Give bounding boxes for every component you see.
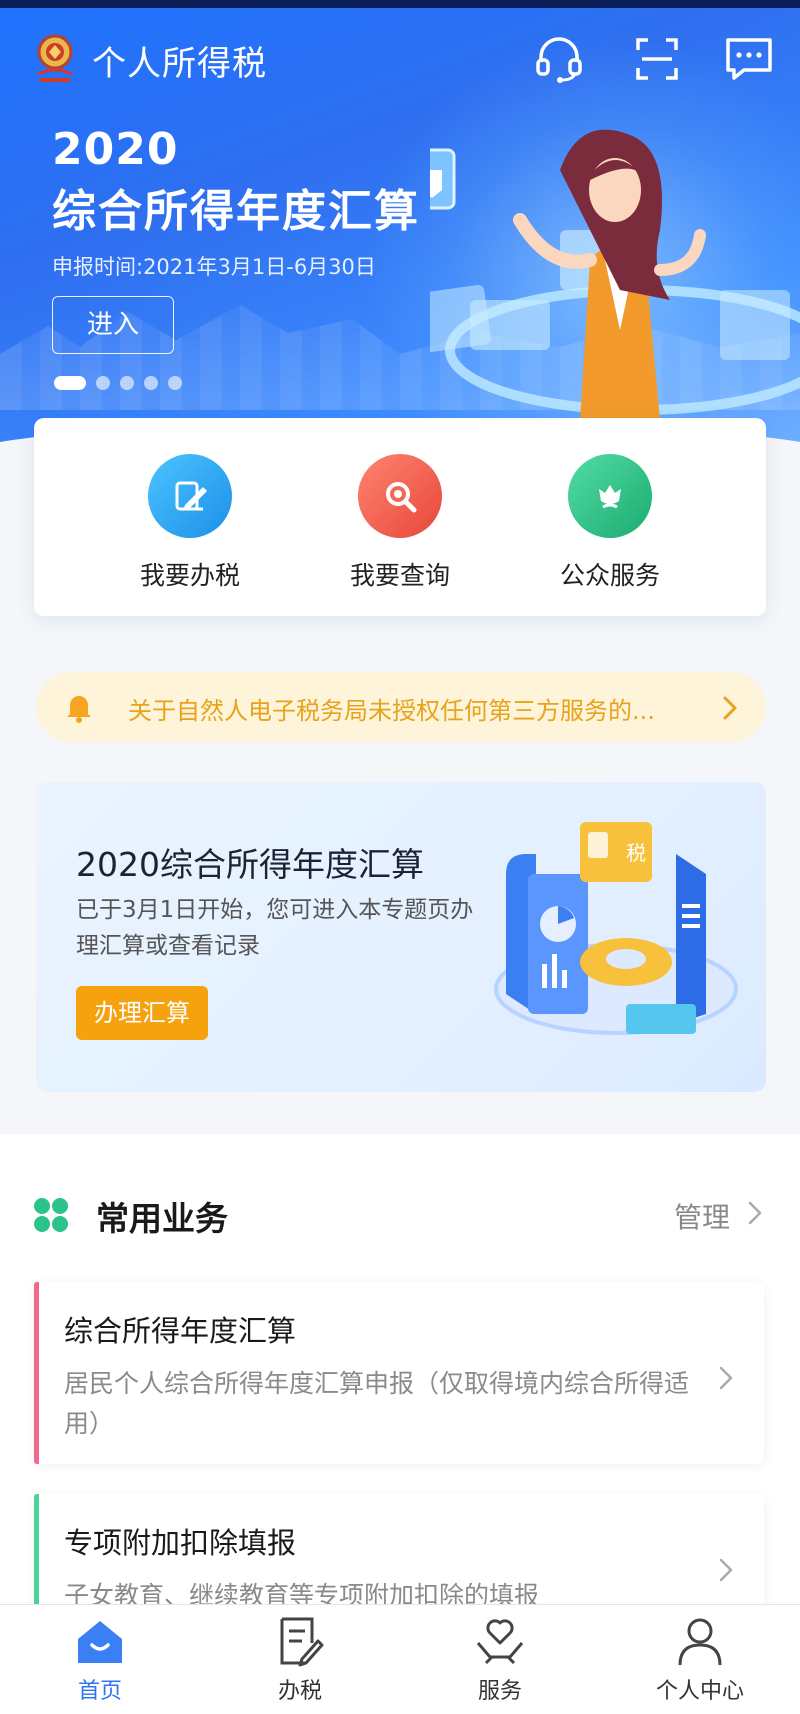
banner-title: 综合所得年度汇算 — [52, 186, 420, 237]
nav-label: 办税 — [277, 1679, 322, 1704]
chevron-right-icon — [718, 1556, 734, 1584]
pagination-dot[interactable] — [120, 376, 134, 390]
notice-text: 关于自然人电子税务局未授权任何第三方服务的... — [128, 697, 655, 725]
banner-period: 申报时间:2021年3月1日-6月30日 — [52, 255, 376, 279]
promo-description: 已于3月1日开始，您可进入本专题页办理汇算或查看记录 — [76, 897, 474, 959]
app-title: 个人所得税 — [92, 44, 267, 84]
notice-bar[interactable]: 关于自然人电子税务局未授权任何第三方服务的... — [36, 672, 766, 742]
quick-action-handle-tax[interactable]: 我要办税 — [90, 454, 290, 592]
pagination-dot[interactable] — [96, 376, 110, 390]
nav-tab-profile[interactable]: 个人中心 — [620, 1613, 780, 1705]
bell-icon — [60, 688, 98, 726]
banner-illustration — [395, 120, 800, 420]
banner-year: 2020 — [52, 124, 179, 175]
tulip-flower-icon — [568, 454, 652, 538]
grid-clover-icon — [32, 1196, 70, 1234]
business-item-description: 居民个人综合所得年度汇算申报（仅取得境内综合所得适用） — [64, 1369, 690, 1438]
tax-emblem-icon — [32, 32, 78, 86]
pagination-dot[interactable] — [144, 376, 158, 390]
handle-settlement-button[interactable]: 办理汇算 — [76, 986, 208, 1040]
svg-text:税: 税 — [626, 841, 646, 865]
annual-settlement-promo-card[interactable]: 2020综合所得年度汇算 已于3月1日开始，您可进入本专题页办理汇算或查看记录 … — [36, 782, 766, 1092]
quick-action-label: 我要查询 — [349, 561, 450, 590]
promo-title: 2020综合所得年度汇算 — [76, 845, 424, 884]
banner-enter-button[interactable]: 进入 — [52, 296, 174, 354]
pencil-document-icon — [148, 454, 232, 538]
person-icon — [678, 1618, 722, 1666]
business-item-title: 专项附加扣除填报 — [64, 1526, 297, 1560]
top-bar: 个人所得税 — [0, 22, 800, 94]
chevron-right-icon — [718, 1364, 734, 1392]
business-item-title: 综合所得年度汇算 — [64, 1314, 297, 1348]
common-business-section: 常用业务 管理 综合所得年度汇算 居民个人综合所得年度汇算申报（仅取得境内综合所… — [0, 1134, 800, 1654]
magnifier-icon — [358, 454, 442, 538]
banner-pagination — [54, 376, 182, 390]
quick-action-query[interactable]: 我要查询 — [300, 454, 500, 592]
customer-service-headset-icon[interactable] — [532, 32, 586, 86]
bottom-navigation: 首页 办税 服务 个人中心 — [0, 1604, 800, 1714]
pagination-dot[interactable] — [54, 376, 86, 390]
nav-label: 服务 — [477, 1679, 522, 1704]
heart-hands-icon — [476, 1619, 524, 1665]
card-accent-bar — [34, 1282, 39, 1464]
nav-tab-tax[interactable]: 办税 — [220, 1613, 380, 1705]
chevron-right-icon[interactable] — [746, 1198, 764, 1228]
business-item-annual-settlement[interactable]: 综合所得年度汇算 居民个人综合所得年度汇算申报（仅取得境内综合所得适用） — [34, 1282, 764, 1464]
tax-form-icon — [280, 1617, 324, 1667]
promo-illustration: 税 — [476, 814, 756, 1064]
message-icon[interactable] — [722, 32, 776, 86]
section-title: 常用业务 — [96, 1199, 228, 1238]
quick-actions-card: 我要办税 我要查询 公众服务 — [34, 418, 766, 616]
quick-action-label: 公众服务 — [559, 561, 660, 590]
nav-label: 首页 — [77, 1679, 122, 1704]
home-icon — [78, 1621, 122, 1663]
quick-action-label: 我要办税 — [139, 561, 240, 590]
quick-action-public-service[interactable]: 公众服务 — [510, 454, 710, 592]
nav-label: 个人中心 — [655, 1679, 744, 1704]
scan-icon[interactable] — [630, 32, 684, 86]
nav-tab-home[interactable]: 首页 — [20, 1613, 180, 1705]
nav-tab-service[interactable]: 服务 — [420, 1613, 580, 1705]
manage-link[interactable]: 管理 — [674, 1196, 730, 1236]
pagination-dot[interactable] — [168, 376, 182, 390]
banner-text: 2020 综合所得年度汇算 申报时间:2021年3月1日-6月30日 — [52, 124, 420, 281]
chevron-right-icon — [720, 694, 740, 722]
